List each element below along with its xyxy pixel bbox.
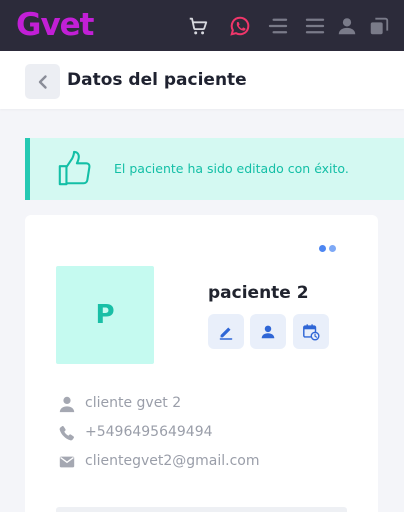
phone-icon bbox=[59, 426, 74, 441]
owner-name: cliente gvet 2 bbox=[85, 395, 182, 411]
appointment-button[interactable] bbox=[293, 314, 329, 349]
owner-row: cliente gvet 2 bbox=[58, 394, 181, 414]
owner-button[interactable] bbox=[250, 314, 286, 349]
user-icon[interactable] bbox=[335, 14, 359, 38]
back-button[interactable] bbox=[25, 64, 60, 99]
email-row: clientegvet2@gmail.com bbox=[58, 452, 259, 472]
edit-button[interactable] bbox=[208, 314, 244, 349]
patient-name: paciente 2 bbox=[208, 283, 309, 303]
dot bbox=[319, 244, 326, 252]
thumbs-up-icon bbox=[56, 150, 94, 188]
email-address: clientegvet2@gmail.com bbox=[85, 453, 260, 469]
cart-icon[interactable] bbox=[186, 14, 210, 38]
user-icon bbox=[59, 396, 75, 413]
menu-indent-icon[interactable] bbox=[266, 14, 290, 38]
user-icon bbox=[261, 325, 275, 338]
page-title: Datos del paciente bbox=[67, 70, 247, 90]
more-options-icon[interactable] bbox=[319, 243, 341, 253]
top-navbar: Gvet bbox=[0, 0, 404, 51]
phone-row: +5496495649494 bbox=[58, 423, 213, 443]
divider bbox=[56, 507, 347, 512]
windows-icon[interactable] bbox=[367, 14, 391, 38]
email-icon bbox=[59, 456, 75, 468]
hamburger-menu-icon[interactable] bbox=[303, 14, 327, 38]
chevron-left-icon bbox=[38, 74, 47, 89]
dot bbox=[329, 244, 336, 252]
edit-icon bbox=[219, 327, 233, 340]
app-logo[interactable]: Gvet bbox=[16, 6, 94, 44]
avatar: P bbox=[56, 266, 154, 364]
whatsapp-icon[interactable] bbox=[228, 14, 252, 38]
alert-message: El paciente ha sido editado con éxito. bbox=[114, 161, 349, 176]
success-alert: El paciente ha sido editado con éxito. bbox=[25, 138, 404, 200]
calendar-clock-icon bbox=[303, 323, 320, 341]
page-header: Datos del paciente bbox=[0, 51, 404, 109]
phone-number: +5496495649494 bbox=[85, 424, 213, 440]
patient-card: P paciente 2 cliente gvet 2 +54964956494… bbox=[25, 215, 378, 512]
